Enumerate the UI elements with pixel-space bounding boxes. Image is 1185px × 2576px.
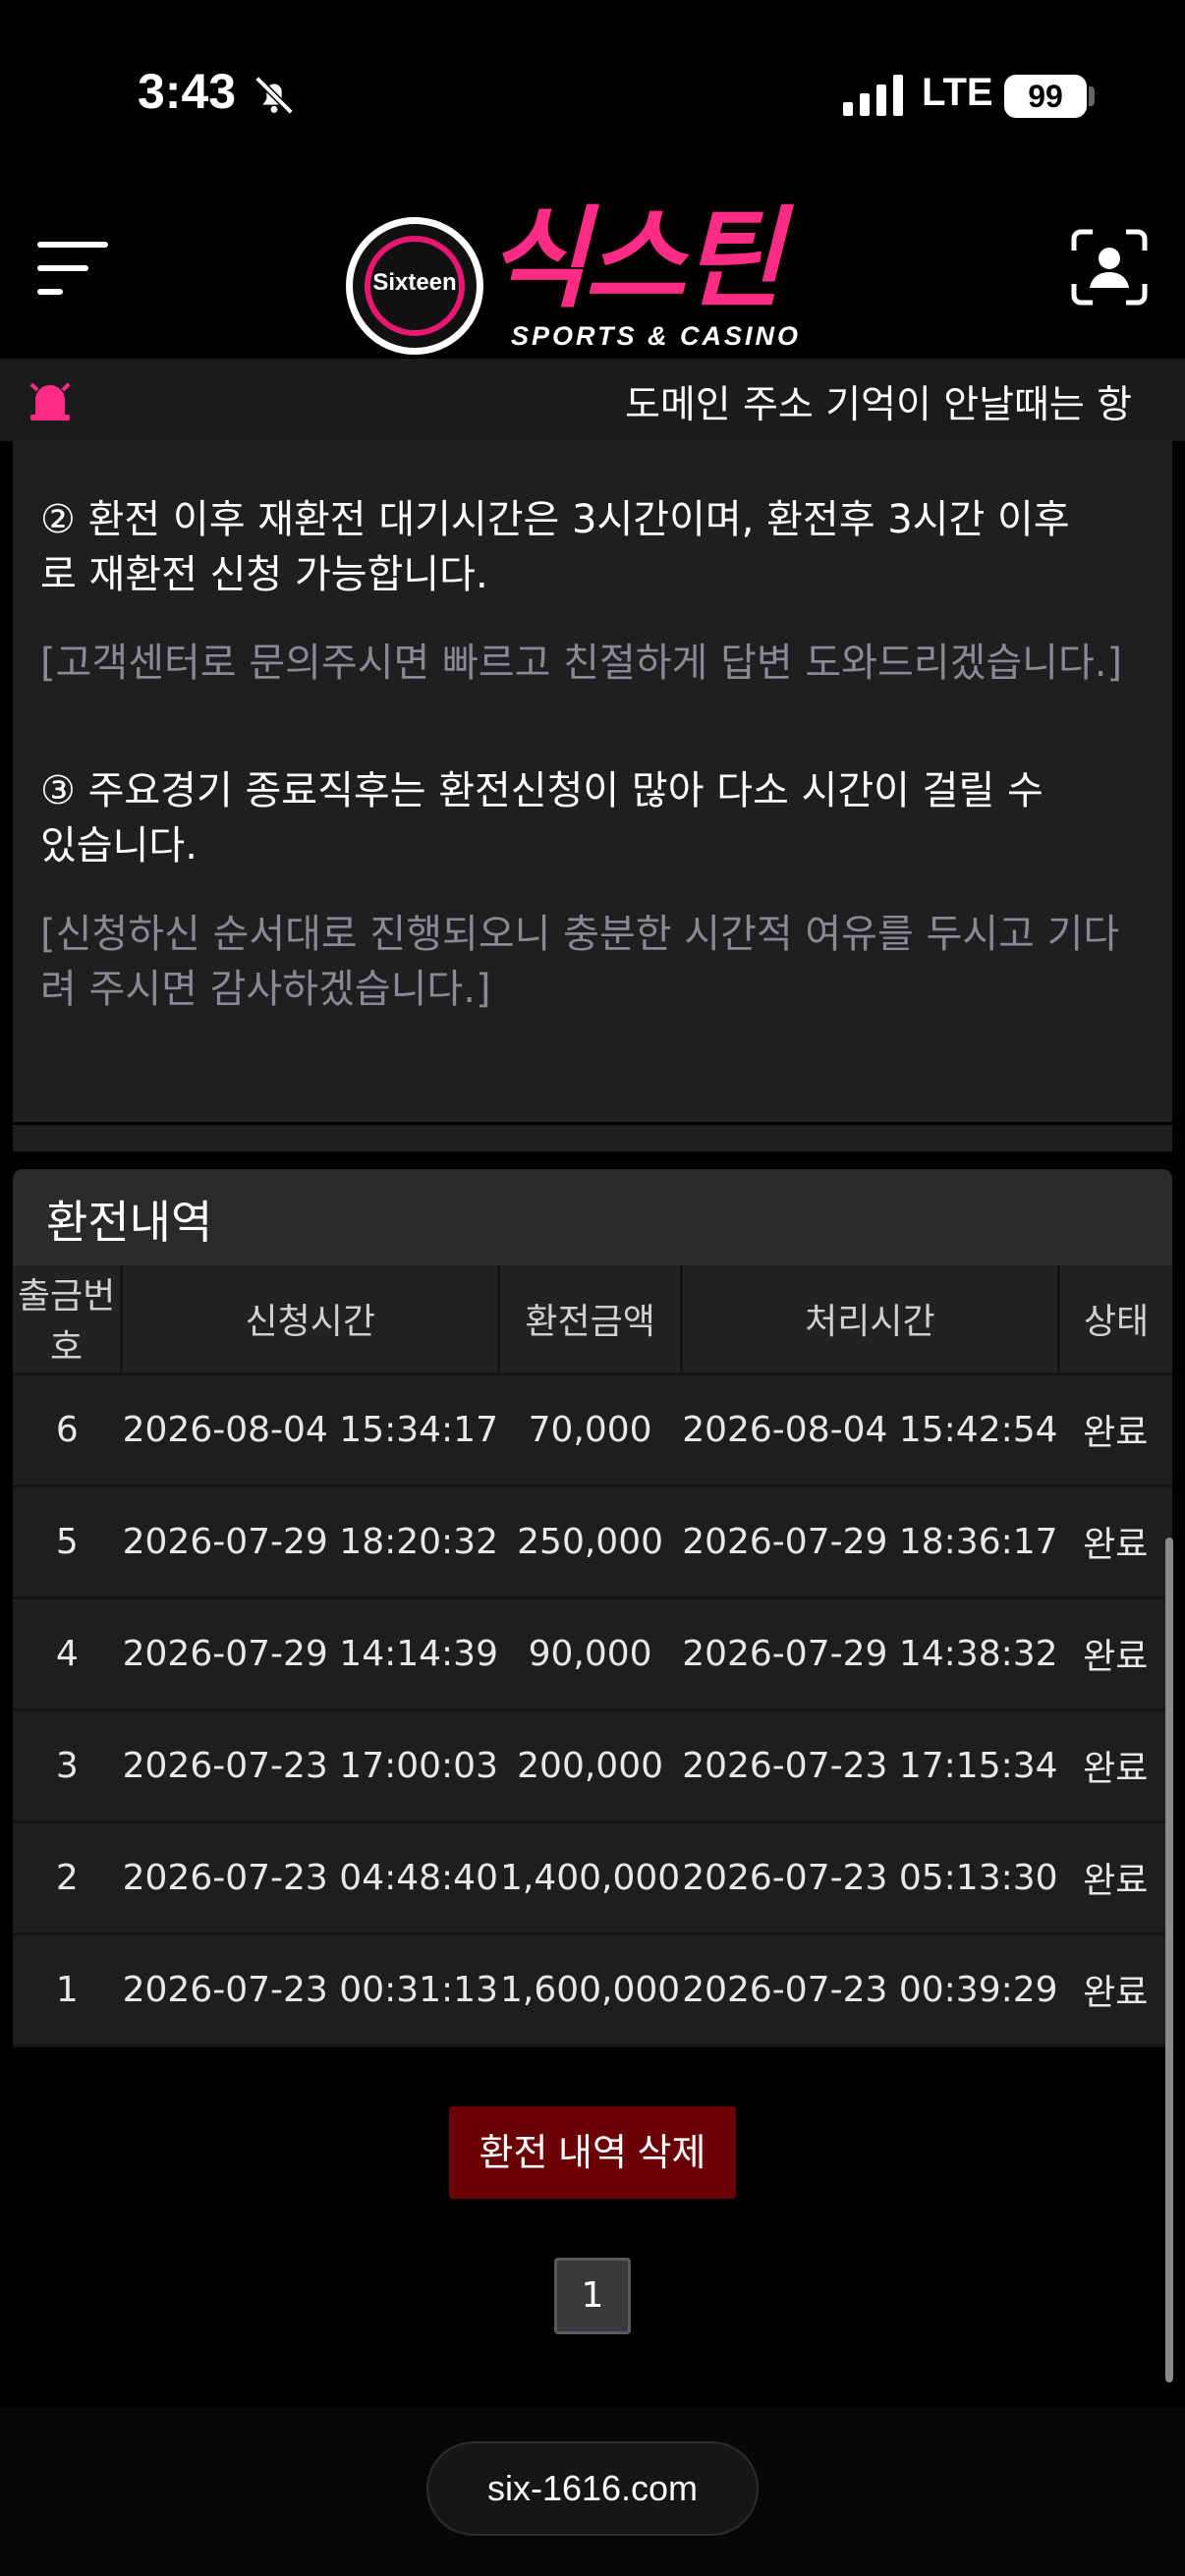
siren-icon: [29, 382, 71, 420]
column-header: 상태: [1058, 1265, 1172, 1375]
table-row: 1 2026-07-23 00:31:13 1,600,000 2026-07-…: [13, 1933, 1172, 2047]
withdrawal-number: 5: [13, 1485, 122, 1599]
withdrawal-number: 1: [13, 1933, 122, 2047]
process-time: 2026-07-23 00:39:29: [681, 1933, 1059, 2047]
column-header: 처리시간: [681, 1265, 1061, 1375]
request-time: 2026-07-23 17:00:03: [121, 1709, 499, 1823]
pagination-page-1[interactable]: 1: [554, 2258, 631, 2334]
request-time: 2026-08-04 15:34:17: [121, 1373, 499, 1487]
notice-item-3-note: [신청하신 순서대로 진행되오니 충분한 시간적 여유를 두시고 기다 려 주시…: [40, 912, 1120, 1012]
history-table: 출금번호 신청시간 환전금액 처리시간 상태 6 2026-08-04 15:3…: [13, 1265, 1172, 2047]
notice-ticker: 도메인 주소 기억이 안날때는 항: [0, 359, 1185, 441]
process-time: 2026-07-29 14:38:32: [681, 1597, 1059, 1711]
table-row: 4 2026-07-29 14:14:39 90,000 2026-07-29 …: [13, 1597, 1172, 1711]
battery-level: 99: [1028, 79, 1063, 114]
table-row: 3 2026-07-23 17:00:03 200,000 2026-07-23…: [13, 1709, 1172, 1823]
history-title: 환전내역: [46, 1196, 213, 1249]
request-time: 2026-07-23 00:31:13: [121, 1933, 499, 2047]
exchange-amount: 90,000: [498, 1597, 682, 1711]
ticker-text: 도메인 주소 기억이 안날때는 항: [625, 383, 1133, 427]
logo-subtitle: SPORTS & CASINO: [511, 321, 802, 351]
column-header: 환전금액: [498, 1265, 683, 1375]
notice-item-2-note: [고객센터로 문의주시면 빠르고 친절하게 답변 도와드리겠습니다.]: [40, 641, 1123, 686]
browser-footer: six-1616.com: [0, 2407, 1185, 2576]
exchange-amount: 250,000: [498, 1485, 682, 1599]
status: 완료: [1058, 1709, 1172, 1823]
status-time: 3:43: [138, 64, 237, 119]
status: 완료: [1058, 1597, 1172, 1711]
withdrawal-number: 6: [13, 1373, 122, 1487]
logo-badge-text: Sixteen: [372, 269, 457, 296]
exchange-amount: 1,400,000: [498, 1821, 682, 1935]
process-time: 2026-07-23 17:15:34: [681, 1709, 1059, 1823]
user-profile-icon[interactable]: [1071, 229, 1148, 306]
status: 완료: [1058, 1373, 1172, 1487]
section-divider: [13, 1122, 1172, 1151]
exchange-amount: 1,600,000: [498, 1933, 682, 2047]
logo-brand: 식스틴: [487, 196, 783, 323]
exchange-amount: 200,000: [498, 1709, 682, 1823]
status: 완료: [1058, 1821, 1172, 1935]
history-title-bar: 환전내역: [13, 1169, 1172, 1265]
withdrawal-number: 2: [13, 1821, 122, 1935]
notice-item-2: ② 환전 이후 재환전 대기시간은 3시간이며, 환전후 3시간 이후 로 재환…: [40, 497, 1070, 597]
exchange-notice-box: ② 환전 이후 재환전 대기시간은 3시간이며, 환전후 3시간 이후 로 재환…: [13, 441, 1172, 1153]
request-time: 2026-07-29 18:20:32: [121, 1485, 499, 1599]
menu-icon[interactable]: [37, 236, 112, 301]
table-row: 2 2026-07-23 04:48:40 1,400,000 2026-07-…: [13, 1821, 1172, 1935]
battery-icon: 99: [1004, 75, 1087, 118]
site-logo[interactable]: Sixteen 식스틴 SPORTS & CASINO: [344, 196, 835, 355]
column-header: 신청시간: [121, 1265, 501, 1375]
delete-history-button[interactable]: 환전 내역 삭제: [449, 2106, 736, 2199]
scrollbar[interactable]: [1165, 1538, 1173, 2382]
site-header: Sixteen 식스틴 SPORTS & CASINO: [0, 192, 1185, 359]
withdrawal-number: 4: [13, 1597, 122, 1711]
status: 완료: [1058, 1485, 1172, 1599]
network-label: LTE: [922, 71, 993, 114]
status-bar: 3:43 LTE 99: [0, 0, 1185, 192]
exchange-history: 환전내역 출금번호 신청시간 환전금액 처리시간 상태 6 2026-08-04…: [13, 1169, 1172, 2047]
table-header-row: 출금번호 신청시간 환전금액 처리시간 상태: [13, 1265, 1172, 1375]
process-time: 2026-07-29 18:36:17: [681, 1485, 1059, 1599]
logo-badge: Sixteen: [346, 217, 483, 355]
process-time: 2026-07-23 05:13:30: [681, 1821, 1059, 1935]
url-bar[interactable]: six-1616.com: [426, 2441, 759, 2536]
table-row: 5 2026-07-29 18:20:32 250,000 2026-07-29…: [13, 1485, 1172, 1599]
notice-item-3: ③ 주요경기 종료직후는 환전신청이 많아 다소 시간이 걸릴 수 있습니다.: [40, 768, 1044, 868]
table-row: 6 2026-08-04 15:34:17 70,000 2026-08-04 …: [13, 1373, 1172, 1487]
request-time: 2026-07-23 04:48:40: [121, 1821, 499, 1935]
request-time: 2026-07-29 14:14:39: [121, 1597, 499, 1711]
withdrawal-number: 3: [13, 1709, 122, 1823]
status: 완료: [1058, 1933, 1172, 2047]
battery-tip: [1089, 86, 1095, 106]
exchange-amount: 70,000: [498, 1373, 682, 1487]
process-time: 2026-08-04 15:42:54: [681, 1373, 1059, 1487]
signal-icon: [843, 75, 903, 116]
column-header: 출금번호: [13, 1265, 124, 1375]
bell-off-icon: [254, 76, 294, 115]
